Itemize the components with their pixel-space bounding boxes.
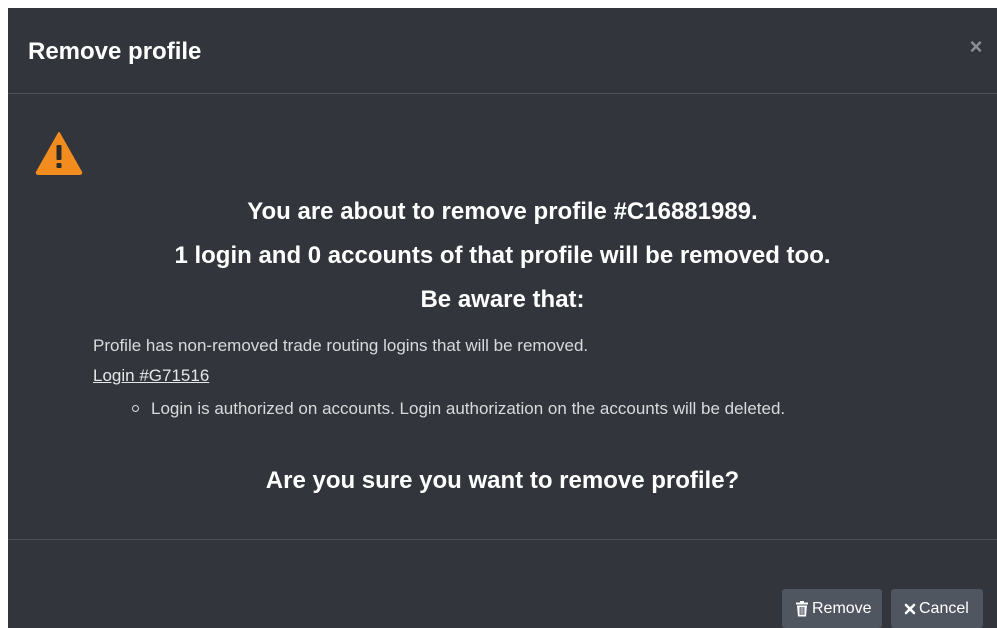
remove-profile-dialog: Remove profile × You are about to remove… — [8, 8, 997, 628]
cancel-button[interactable]: Cancel — [891, 589, 983, 628]
bullet-icon — [132, 405, 139, 412]
list-item: Login is authorized on accounts. Login a… — [132, 394, 911, 424]
related-removal-message: 1 login and 0 accounts of that profile w… — [174, 242, 831, 269]
login-link[interactable]: Login #G71516 — [93, 364, 209, 388]
be-aware-heading: Be aware that: — [420, 286, 585, 313]
remove-profile-message: You are about to remove profile #C168819… — [247, 198, 758, 225]
dialog-footer: Remove Cancel — [8, 540, 997, 628]
remove-button[interactable]: Remove — [782, 589, 882, 628]
warning-triangle-icon — [35, 132, 83, 175]
list-item-text: Login is authorized on accounts. Login a… — [151, 399, 786, 418]
dialog-title: Remove profile — [28, 38, 202, 65]
remove-button-label: Remove — [812, 600, 872, 617]
trash-icon — [796, 600, 808, 616]
close-icon[interactable]: × — [965, 34, 987, 60]
login-warning-list: Login is authorized on accounts. Login a… — [132, 394, 911, 424]
confirmation-question: Are you sure you want to remove profile? — [265, 467, 740, 494]
dialog-body: You are about to remove profile #C168819… — [8, 94, 997, 540]
dialog-header: Remove profile × — [8, 8, 997, 94]
close-icon — [904, 603, 916, 614]
cancel-button-label: Cancel — [919, 600, 969, 617]
warning-detail: Profile has non-removed trade routing lo… — [93, 336, 589, 355]
